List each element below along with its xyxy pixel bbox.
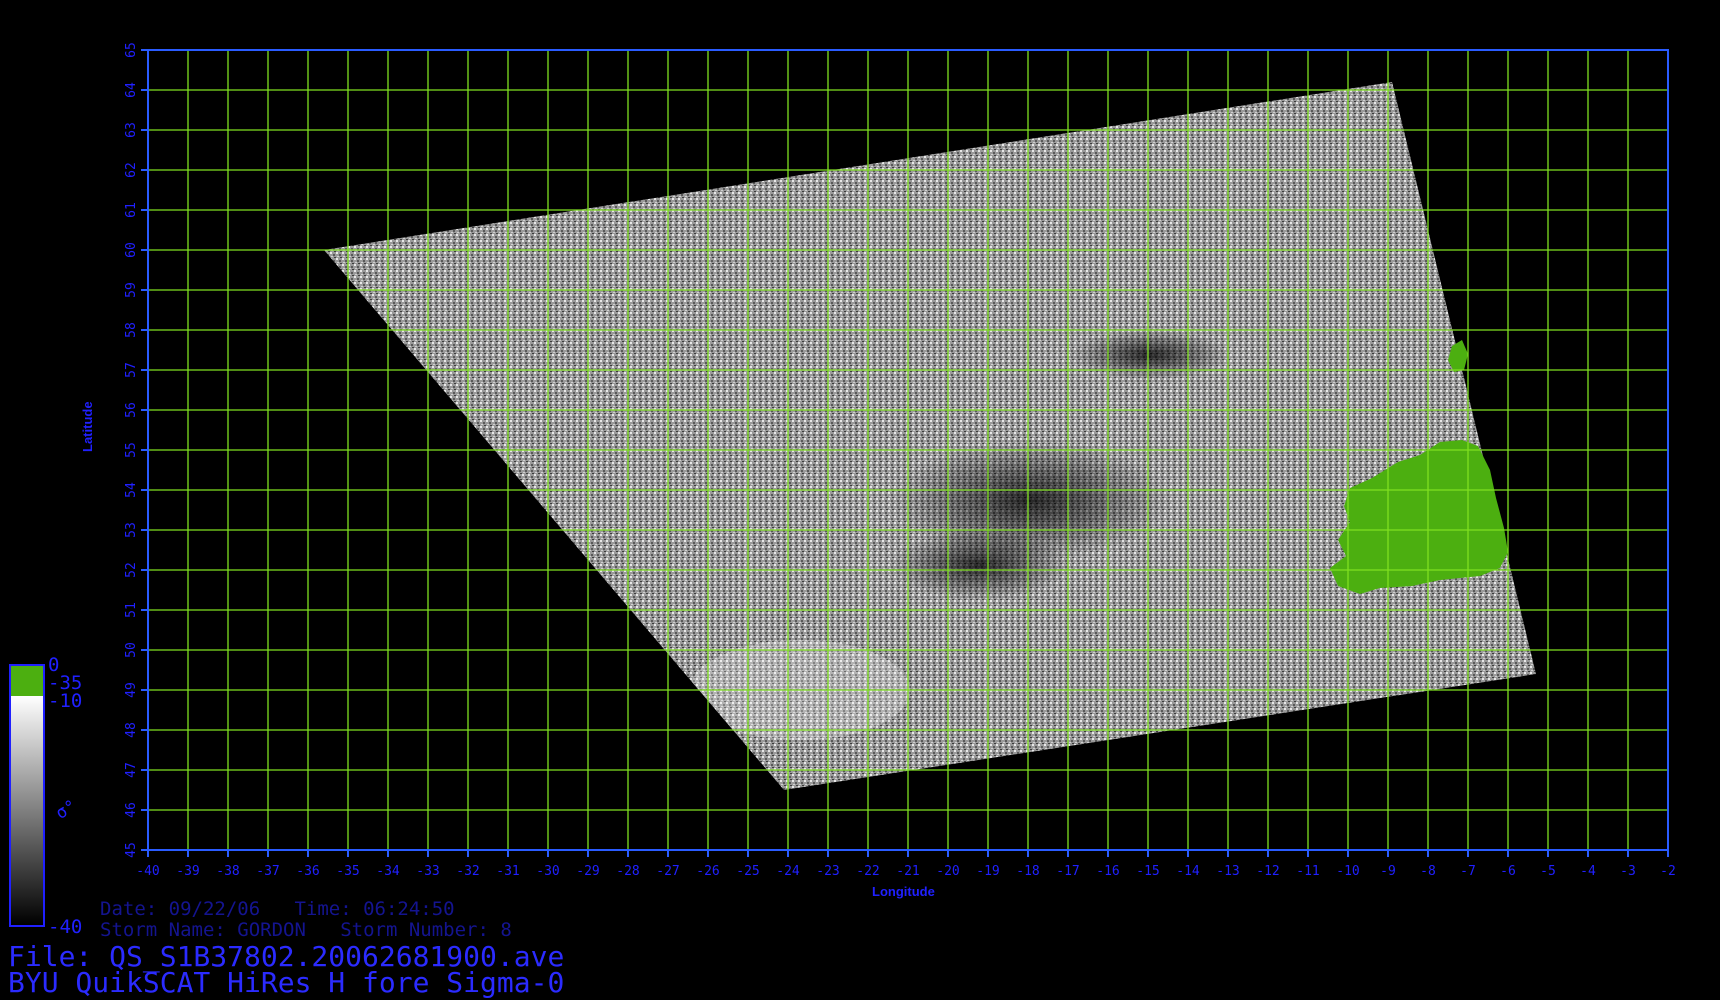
y-tick-label: 65 (124, 42, 139, 58)
product-line: BYU QuikSCAT HiRes H fore Sigma-0 (8, 966, 565, 999)
date-time-line: Date: 09/22/06 Time: 06:24:50 (100, 898, 455, 920)
x-tick-label: -26 (696, 864, 719, 879)
x-tick-label: -14 (1176, 864, 1200, 879)
x-tick-label: -4 (1580, 864, 1596, 879)
y-tick-label: 60 (124, 242, 139, 258)
y-axis-title: Latitude (80, 401, 95, 452)
y-tick-label: 48 (124, 722, 139, 738)
y-tick-label: 46 (124, 802, 139, 818)
x-tick-label: -3 (1620, 864, 1636, 879)
x-tick-label: -23 (816, 864, 839, 879)
longitude-ticks: -40 -39 -38 -37 -36 -35 -34 -33 -32 -31 -30 -29 -28 -… (136, 850, 1676, 879)
x-tick-label: -24 (776, 864, 800, 879)
y-tick-label: 45 (124, 842, 139, 858)
x-tick-label: -9 (1380, 864, 1396, 879)
lat-lon-grid (147, 49, 1669, 851)
y-tick-label: 56 (124, 402, 139, 418)
x-tick-label: -35 (336, 864, 359, 879)
y-tick-label: 47 (124, 762, 139, 778)
x-tick-label: -37 (256, 864, 279, 879)
x-tick-label: -33 (416, 864, 439, 879)
latitude-ticks: 45 46 47 48 49 50 51 52 53 54 55 56 57 58 59 60 61 62 63 64… (124, 42, 148, 858)
x-tick-label: -29 (576, 864, 599, 879)
colorbar-land-swatch (11, 666, 43, 696)
y-tick-label: 59 (124, 282, 139, 298)
y-tick-label: 51 (124, 602, 139, 618)
colorbar (9, 664, 45, 927)
colorbar-label-minus10: -10 (48, 690, 83, 712)
storm-line: Storm Name: GORDON Storm Number: 8 (100, 919, 512, 941)
x-tick-label: -16 (1096, 864, 1119, 879)
x-tick-label: -36 (296, 864, 319, 879)
x-tick-label: -12 (1256, 864, 1279, 879)
x-tick-label: -39 (176, 864, 199, 879)
y-tick-label: 61 (124, 202, 139, 218)
y-tick-label: 62 (124, 162, 139, 178)
x-tick-label: -11 (1296, 864, 1319, 879)
x-tick-label: -17 (1056, 864, 1079, 879)
swath (324, 82, 1536, 790)
x-tick-label: -40 (136, 864, 159, 879)
sigma0-swath (324, 82, 1536, 790)
x-tick-label: -19 (976, 864, 999, 879)
y-tick-label: 53 (124, 522, 139, 538)
x-tick-label: -34 (376, 864, 400, 879)
x-tick-label: -7 (1460, 864, 1476, 879)
y-tick-label: 57 (124, 362, 139, 378)
x-axis-title: Longitude (872, 884, 935, 899)
x-tick-label: -21 (896, 864, 919, 879)
x-tick-label: -18 (1016, 864, 1039, 879)
x-tick-label: -2 (1660, 864, 1676, 879)
x-tick-label: -25 (736, 864, 759, 879)
colorbar-label-minus40: -40 (48, 916, 83, 938)
y-tick-label: 64 (124, 82, 139, 98)
x-tick-label: -31 (496, 864, 519, 879)
x-tick-label: -5 (1540, 864, 1556, 879)
x-tick-label: -30 (536, 864, 559, 879)
colorbar-gradient (11, 696, 43, 925)
x-tick-label: -28 (616, 864, 639, 879)
x-tick-label: -10 (1336, 864, 1359, 879)
x-tick-label: -6 (1500, 864, 1516, 879)
x-tick-label: -27 (656, 864, 679, 879)
y-tick-label: 63 (124, 122, 139, 138)
x-tick-label: -20 (936, 864, 959, 879)
x-tick-label: -8 (1420, 864, 1436, 879)
y-tick-label: 50 (124, 642, 139, 658)
map-canvas: -40 -39 -38 -37 -36 -35 -34 -33 -32 -31 -30 -29 -28 -… (9, 42, 1676, 927)
x-tick-label: -15 (1136, 864, 1159, 879)
x-tick-label: -22 (856, 864, 879, 879)
y-tick-label: 55 (124, 442, 139, 458)
y-tick-label: 58 (124, 322, 139, 338)
x-tick-label: -32 (456, 864, 479, 879)
y-tick-label: 52 (124, 562, 139, 578)
y-tick-label: 54 (124, 482, 139, 498)
x-tick-label: -13 (1216, 864, 1239, 879)
y-tick-label: 49 (124, 682, 139, 698)
x-tick-label: -38 (216, 864, 239, 879)
